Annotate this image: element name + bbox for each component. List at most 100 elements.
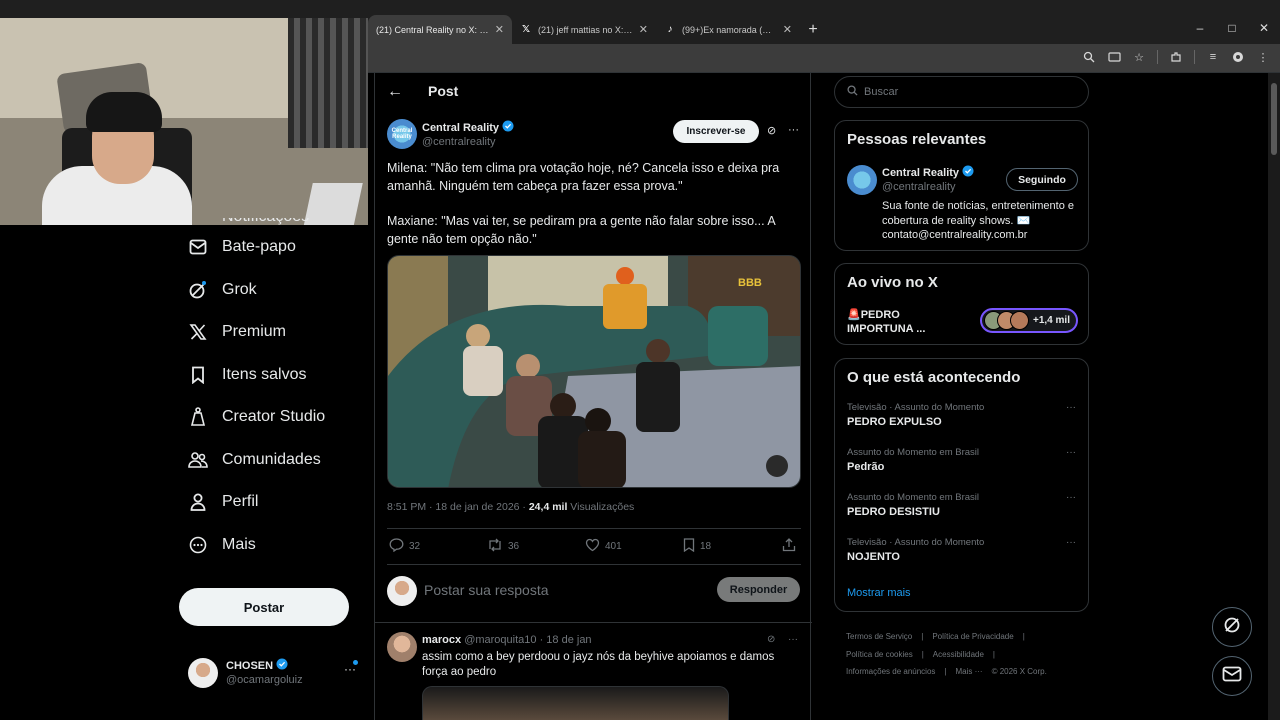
more-options-icon[interactable]: ··· [1066, 402, 1076, 413]
footer-link[interactable]: Política de Privacidade [932, 632, 1013, 641]
following-button[interactable]: Seguindo [1006, 168, 1078, 191]
tab-jeff-mattias[interactable]: 𝕏 (21) jeff mattias no X: "Depois d ✕ [512, 15, 656, 44]
nav-item-premium[interactable]: Premium [178, 311, 358, 354]
footer-link[interactable]: Informações de anúncios [846, 667, 935, 676]
reply-input[interactable]: Postar sua resposta [424, 582, 549, 598]
trend-name: NOJENTO [847, 551, 900, 563]
nav-item-label: Itens salvos [222, 365, 307, 383]
tab-title: (21) Central Reality no X: "Milena [376, 24, 489, 35]
close-tab-icon[interactable]: ✕ [639, 23, 648, 36]
tab-tiktok[interactable]: ♪ (99+)Ex namorada (@yasberto ✕ [656, 15, 800, 44]
nav-item-profile[interactable]: Perfil [178, 481, 358, 524]
reply-action[interactable]: 32 [389, 538, 420, 555]
trend-item[interactable]: Televisão · Assunto do Momento PEDRO EXP… [847, 402, 1078, 442]
main-column: ← Post Central Reality Central Reality @… [374, 73, 812, 720]
grok-icon[interactable]: ⊘ [767, 124, 776, 137]
trend-category: Televisão · Assunto do Momento [847, 402, 985, 413]
footer-separator: | [921, 632, 924, 641]
live-count: +1,4 mil [1033, 315, 1070, 326]
new-tab-button[interactable]: + [800, 15, 826, 44]
trend-category: Televisão · Assunto do Momento [847, 537, 985, 548]
nav-item-label: Notificações [222, 218, 309, 226]
more-options-icon[interactable]: ··· [1066, 447, 1076, 458]
card-title: Ao vivo no X [847, 274, 938, 291]
person-icon [188, 492, 208, 512]
extensions-icon[interactable] [1169, 49, 1183, 65]
account-switcher[interactable]: CHOSEN @ocamargoluiz ··· [186, 656, 362, 690]
nav-item-chat[interactable]: Bate-papo [178, 226, 358, 269]
zoom-icon[interactable] [1082, 49, 1096, 65]
nav-item-creator-studio[interactable]: Creator Studio [178, 396, 358, 439]
back-arrow-icon[interactable]: ← [387, 83, 403, 101]
trend-item[interactable]: Assunto do Momento em Brasil Pedrão ··· [847, 447, 1078, 487]
more-options-icon[interactable]: ··· [788, 124, 799, 136]
reply-image[interactable] [422, 686, 729, 720]
tab-title: (21) jeff mattias no X: "Depois d [538, 24, 633, 35]
nav-item-bookmarks[interactable]: Itens salvos [178, 354, 358, 397]
close-tab-icon[interactable]: ✕ [495, 23, 504, 36]
views-count: 24,4 mil [528, 501, 568, 513]
side-navigation: Bate-papo Grok Premium Itens salvos Crea… [178, 226, 358, 566]
live-broadcast-title[interactable]: 🚨PEDRO IMPORTUNA ... [847, 308, 937, 336]
nav-item-communities[interactable]: Comunidades [178, 439, 358, 482]
post-image[interactable]: BBB [387, 255, 801, 488]
subscribe-button[interactable]: Inscrever-se [673, 120, 759, 143]
bookmark-action[interactable]: 18 [683, 538, 711, 555]
post-paragraph: Maxiane: "Mas vai ter, se pediram pra a … [387, 214, 775, 246]
nav-item-notifications-partial[interactable]: Notificações [178, 218, 358, 226]
footer-link[interactable]: Política de cookies [846, 650, 913, 659]
close-tab-icon[interactable]: ✕ [783, 23, 792, 36]
author-name[interactable]: Central Reality [422, 120, 514, 135]
tab-central-reality[interactable]: (21) Central Reality no X: "Milena ✕ [368, 15, 512, 44]
bookmark-icon [188, 365, 208, 385]
post-button[interactable]: Postar [179, 588, 349, 626]
footer-more-link[interactable]: Mais ··· [955, 667, 982, 676]
media-controls-icon[interactable]: ≡ [1206, 49, 1220, 65]
live-listeners-pill[interactable]: +1,4 mil [980, 308, 1078, 333]
messages-float-button[interactable] [1212, 656, 1252, 696]
more-options-icon[interactable]: ··· [1066, 492, 1076, 503]
image-options-icon[interactable] [766, 455, 788, 477]
trend-item[interactable]: Televisão · Assunto do Momento NOJENTO ·… [847, 537, 1078, 577]
close-window-button[interactable]: ✕ [1248, 15, 1280, 41]
trend-item[interactable]: Assunto do Momento em Brasil PEDRO DESIS… [847, 492, 1078, 532]
trend-category: Assunto do Momento em Brasil [847, 492, 980, 503]
grok-float-button[interactable] [1212, 607, 1252, 647]
reply-author[interactable]: marocx @maroquita10 · 18 de jan [422, 634, 592, 646]
reply-button[interactable]: Responder [717, 577, 800, 602]
webcam-window-blind [288, 18, 368, 148]
footer-links: Termos de Serviço | Política de Privacidad… [846, 628, 1086, 681]
avatar[interactable]: Central Reality [387, 119, 417, 149]
like-action[interactable]: 401 [585, 538, 622, 555]
search-input[interactable]: Buscar [834, 76, 1089, 108]
bookmark-star-icon[interactable]: ☆ [1132, 49, 1146, 65]
footer-link[interactable]: Termos de Serviço [846, 632, 912, 641]
relevant-name[interactable]: Central Reality [882, 165, 974, 180]
more-options-icon[interactable]: ··· [788, 634, 798, 645]
more-circle-icon [188, 535, 208, 555]
divider [387, 528, 801, 529]
toolbar-separator [1157, 50, 1158, 64]
show-more-link[interactable]: Mostrar mais [847, 587, 911, 599]
profile-icon[interactable] [1231, 49, 1245, 65]
repost-action[interactable]: 36 [487, 538, 519, 555]
maximize-button[interactable]: □ [1216, 15, 1248, 41]
copyright: © 2026 X Corp. [991, 667, 1047, 676]
scrollbar-thumb[interactable] [1271, 83, 1277, 155]
page-scrollbar[interactable] [1268, 73, 1280, 720]
trends-card: O que está acontecendo Televisão · Assun… [834, 358, 1089, 612]
grok-icon[interactable]: ⊘ [767, 634, 775, 645]
minimize-button[interactable]: – [1184, 15, 1216, 41]
author-handle[interactable]: @centralreality [422, 136, 496, 148]
nav-item-more[interactable]: Mais [178, 524, 358, 567]
browser-menu-icon[interactable]: ⋮ [1256, 49, 1270, 65]
post-timestamp[interactable]: 8:51 PM · 18 de jan de 2026 · [387, 501, 529, 513]
footer-link[interactable]: Acessibilidade [933, 650, 984, 659]
avatar[interactable] [387, 632, 417, 662]
share-action[interactable] [782, 538, 796, 555]
relevant-handle[interactable]: @centralreality [882, 181, 956, 193]
nav-item-grok[interactable]: Grok [178, 269, 358, 312]
more-options-icon[interactable]: ··· [1066, 537, 1076, 548]
install-app-icon[interactable] [1107, 49, 1121, 65]
avatar[interactable] [847, 165, 877, 195]
